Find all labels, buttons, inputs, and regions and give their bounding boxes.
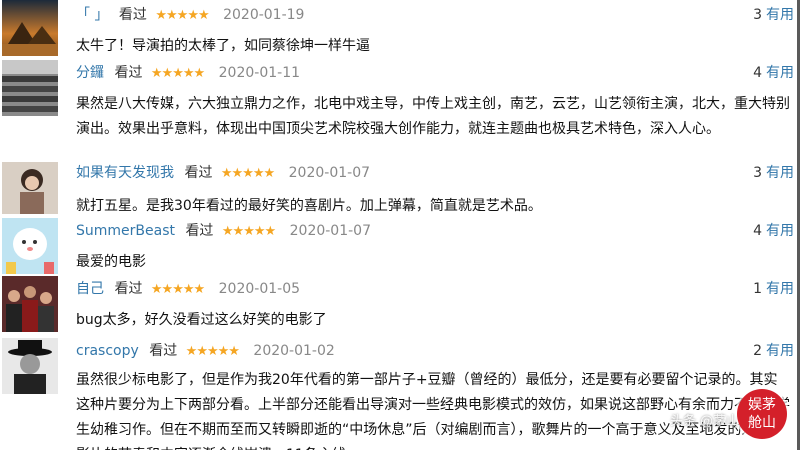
review-date: 2020-01-07 bbox=[288, 165, 371, 181]
username-link[interactable]: SummerBeast bbox=[76, 223, 175, 239]
useful-count: 2 bbox=[753, 343, 762, 359]
useful-count: 3 bbox=[753, 7, 762, 23]
review-header: SummerBeast 看过 ★★★★★ 2020-01-07 bbox=[76, 220, 371, 242]
review-date: 2020-01-07 bbox=[289, 223, 371, 239]
review-header: 如果有天发现我 看过 ★★★★★ 2020-01-07 bbox=[76, 162, 370, 184]
rating-stars: ★★★★★ bbox=[150, 66, 205, 81]
user-avatar[interactable] bbox=[2, 60, 58, 116]
review-text: 最爱的电影 bbox=[76, 254, 146, 270]
review-text: 果然是八大传媒，六大独立鼎力之作，北电中戏主导，中传上戏主创，南艺，云艺，山艺领… bbox=[76, 96, 790, 137]
useful-votes: 3 有用 bbox=[753, 162, 794, 184]
user-avatar[interactable] bbox=[2, 338, 58, 394]
review-header: 自己 看过 ★★★★★ 2020-01-05 bbox=[76, 278, 300, 300]
user-avatar[interactable] bbox=[2, 276, 58, 332]
review-date: 2020-01-19 bbox=[223, 7, 305, 23]
rating-stars: ★★★★★ bbox=[220, 166, 275, 181]
useful-count: 4 bbox=[753, 223, 762, 239]
useful-button[interactable]: 有用 bbox=[766, 281, 794, 297]
review-list: 「 」 看过 ★★★★★ 2020-01-19 3 有用 太牛了！导演拍的太棒了，… bbox=[0, 0, 800, 450]
watched-label: 看过 bbox=[118, 7, 147, 23]
username-link[interactable]: 分鑼 bbox=[76, 65, 104, 81]
useful-count: 3 bbox=[753, 165, 762, 181]
rating-stars: ★★★★★ bbox=[155, 8, 209, 23]
useful-votes: 4 有用 bbox=[753, 220, 794, 242]
watched-label: 看过 bbox=[114, 281, 143, 297]
useful-votes: 1 有用 bbox=[753, 278, 794, 300]
review-text: bug太多，好久没看过这么好笑的电影了 bbox=[76, 312, 327, 328]
review-header: crascopy 看过 ★★★★★ 2020-01-02 bbox=[76, 340, 335, 362]
user-avatar[interactable] bbox=[2, 162, 58, 214]
review-item: SummerBeast 看过 ★★★★★ 2020-01-07 4 有用 最爱的电… bbox=[0, 218, 800, 276]
watched-label: 看过 bbox=[184, 165, 213, 181]
user-avatar[interactable] bbox=[2, 0, 58, 56]
review-item: 「 」 看过 ★★★★★ 2020-01-19 3 有用 太牛了！导演拍的太棒了，… bbox=[0, 0, 800, 60]
rating-stars: ★★★★★ bbox=[221, 224, 276, 239]
useful-votes: 4 有用 bbox=[753, 62, 794, 84]
useful-button[interactable]: 有用 bbox=[766, 65, 794, 81]
review-header: 分鑼 看过 ★★★★★ 2020-01-11 bbox=[76, 62, 300, 84]
watched-label: 看过 bbox=[185, 223, 214, 239]
watermark-seal-text: 娱茅 舱山 bbox=[748, 397, 776, 431]
review-header: 「 」 看过 ★★★★★ 2020-01-19 bbox=[76, 4, 304, 26]
review-item: 如果有天发现我 看过 ★★★★★ 2020-01-07 3 有用 就打五星。是我3… bbox=[0, 162, 800, 218]
useful-votes: 2 有用 bbox=[753, 340, 794, 362]
watched-label: 看过 bbox=[114, 65, 143, 81]
useful-button[interactable]: 有用 bbox=[766, 223, 794, 239]
user-avatar[interactable] bbox=[2, 218, 58, 274]
useful-button[interactable]: 有用 bbox=[766, 7, 794, 23]
username-link[interactable]: 自己 bbox=[76, 281, 104, 297]
rating-stars: ★★★★★ bbox=[185, 344, 240, 359]
review-text: 就打五星。是我30年看过的最好笑的喜剧片。加上弹幕，简直就是艺术品。 bbox=[76, 198, 542, 214]
review-item: crascopy 看过 ★★★★★ 2020-01-02 2 有用 虽然很少标电影… bbox=[0, 336, 800, 450]
review-date: 2020-01-11 bbox=[218, 65, 301, 81]
username-link[interactable]: 「 」 bbox=[76, 7, 108, 23]
review-date: 2020-01-02 bbox=[253, 343, 335, 359]
review-text: 虽然很少标电影了，但是作为我20年代看的第一部片子+豆瓣（曾经的）最低分，还是要… bbox=[76, 372, 790, 450]
useful-count: 1 bbox=[753, 281, 762, 297]
review-item: 自己 看过 ★★★★★ 2020-01-05 1 有用 bug太多，好久没看过这么… bbox=[0, 276, 800, 334]
review-item: 分鑼 看过 ★★★★★ 2020-01-11 4 有用 果然是八大传媒，六大独立鼎… bbox=[0, 60, 800, 162]
review-text: 太牛了！导演拍的太棒了，如同蔡徐坤一样牛逼 bbox=[76, 38, 370, 54]
useful-button[interactable]: 有用 bbox=[766, 165, 794, 181]
username-link[interactable]: crascopy bbox=[76, 343, 139, 359]
useful-count: 4 bbox=[753, 65, 762, 81]
watched-label: 看过 bbox=[149, 343, 178, 359]
rating-stars: ★★★★★ bbox=[150, 282, 205, 297]
watermark-seal: 娱茅 舱山 bbox=[737, 389, 787, 439]
review-date: 2020-01-05 bbox=[218, 281, 301, 297]
useful-votes: 3 有用 bbox=[753, 4, 794, 26]
username-link[interactable]: 如果有天发现我 bbox=[76, 165, 174, 181]
useful-button[interactable]: 有用 bbox=[766, 343, 794, 359]
